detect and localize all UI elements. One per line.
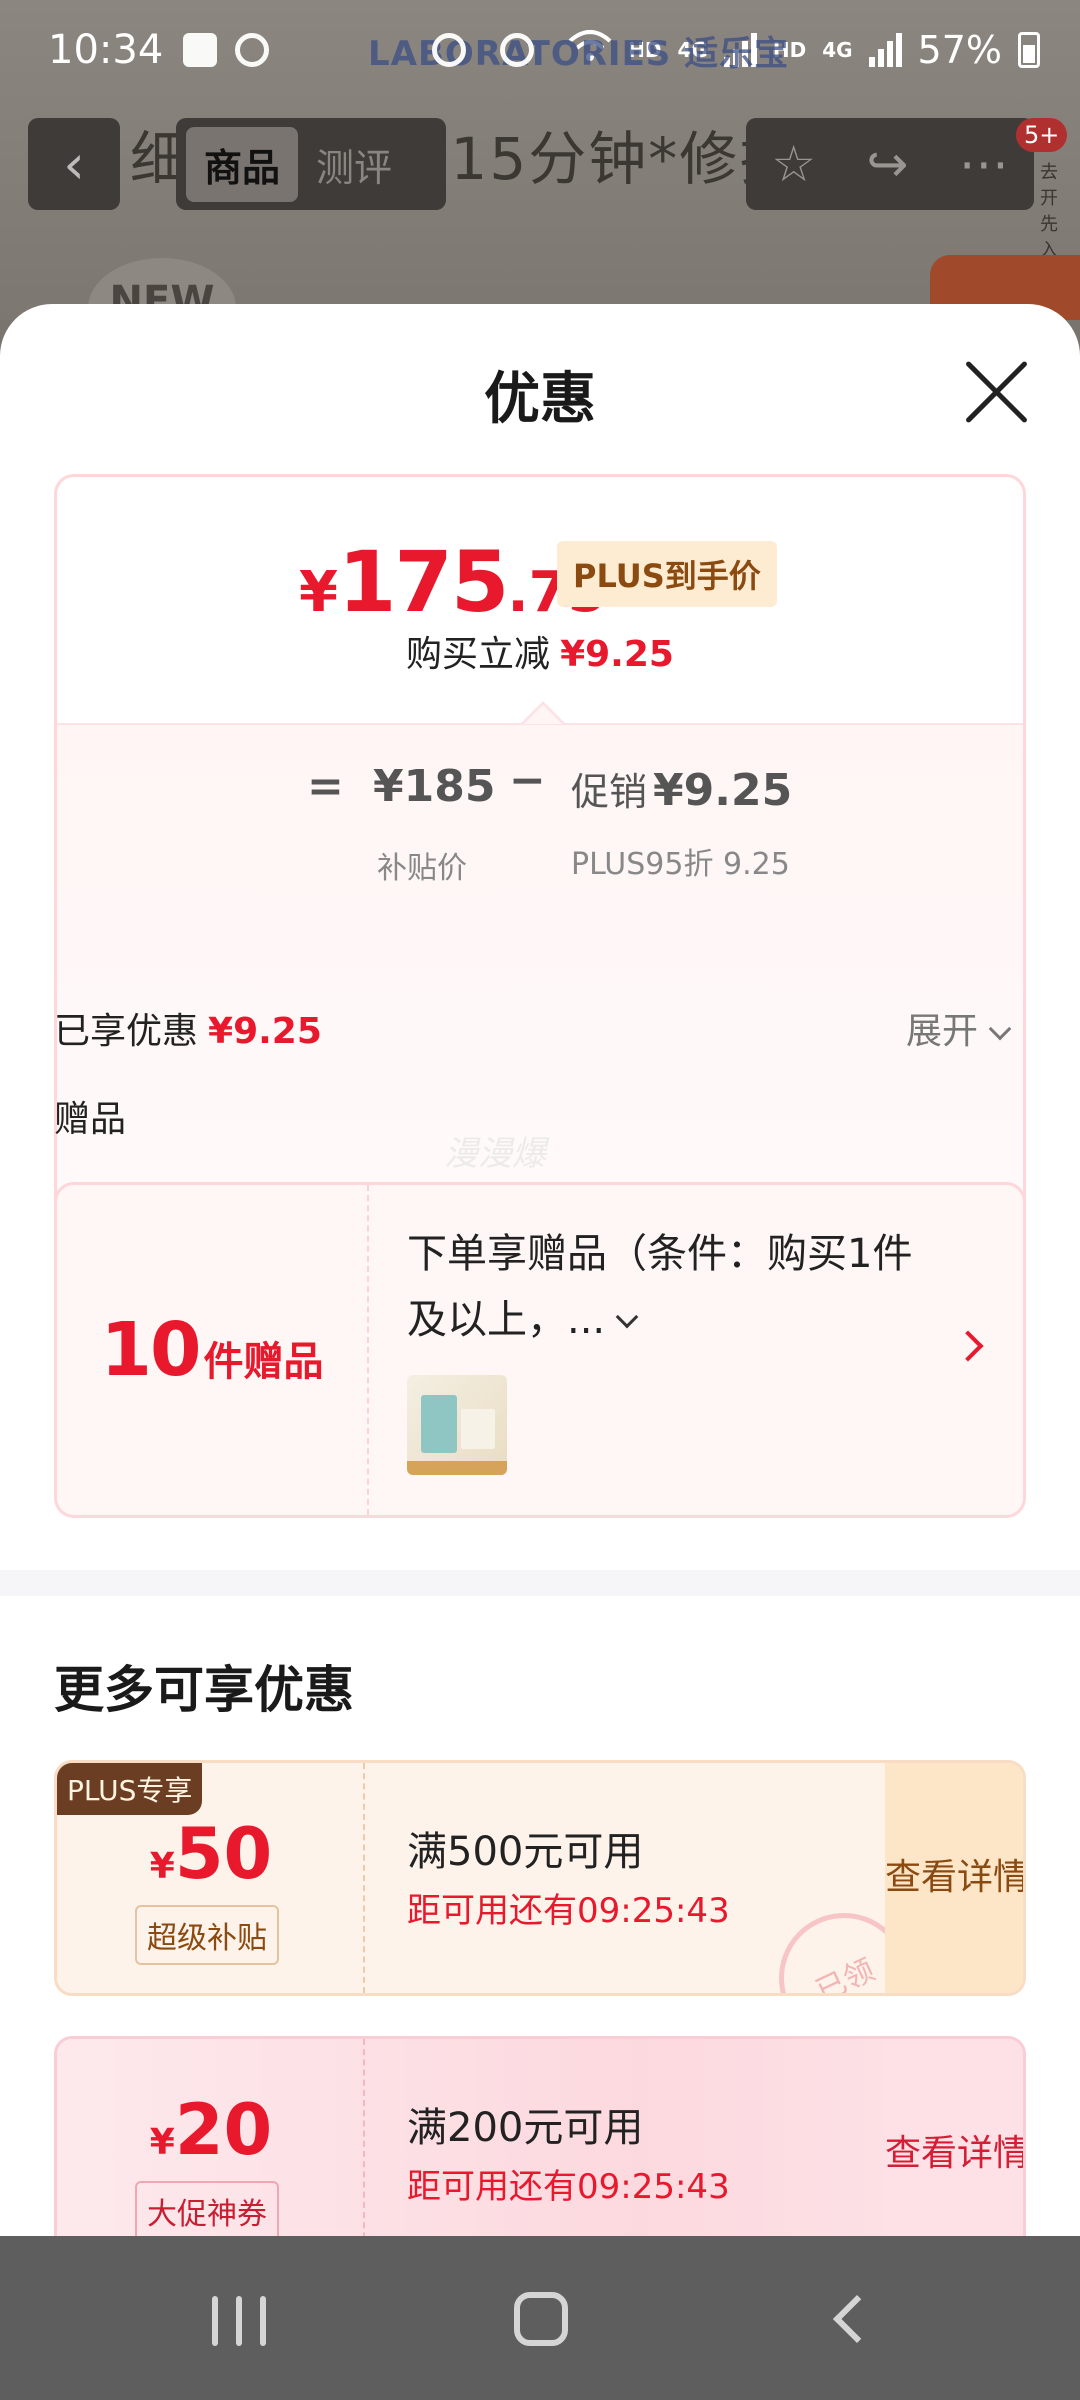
product-tabs: 商品 测评 bbox=[176, 118, 446, 210]
gift-description: 下单享赠品（条件：购买1件及以上，... bbox=[407, 1221, 927, 1353]
more-discounts-title: 更多可享优惠 bbox=[54, 1661, 354, 1719]
close-icon[interactable] bbox=[960, 356, 1032, 428]
sheet-title: 优惠 bbox=[484, 367, 596, 432]
signal-icon-2 bbox=[868, 33, 902, 67]
gift-description-text: 下单享赠品（条件：购买1件及以上，... bbox=[407, 1231, 913, 1343]
location-icon bbox=[500, 33, 535, 67]
brand-logo: LABORATORIES 适乐宝 bbox=[368, 34, 790, 74]
coupon-value: ¥20 bbox=[57, 2089, 365, 2171]
app-notification-icon bbox=[235, 33, 270, 67]
gift-product-box bbox=[421, 1395, 457, 1453]
promo-detail: PLUS95折 9.25 bbox=[571, 847, 790, 882]
equals-sign: = bbox=[307, 761, 344, 812]
back-button[interactable]: ‹ bbox=[28, 118, 120, 210]
expand-button[interactable]: 展开 bbox=[906, 1002, 1012, 1054]
battery-percent: 57% bbox=[917, 28, 1002, 72]
coupon-promo-20[interactable]: ¥20 大促神券 满200元可用 距可用还有09:25:43 查看详情 bbox=[54, 2036, 1026, 2236]
gift-count-number: 10 bbox=[100, 1307, 202, 1393]
chevron-right-icon[interactable] bbox=[952, 1330, 984, 1362]
gift-price-strip bbox=[407, 1461, 507, 1475]
photo-notification-icon bbox=[183, 33, 218, 67]
coupon-currency: ¥ bbox=[149, 1846, 175, 1887]
coupon-currency: ¥ bbox=[149, 2122, 175, 2163]
base-price: ¥185 bbox=[373, 761, 496, 812]
instant-discount-label: 购买立减 bbox=[406, 634, 551, 675]
recents-icon[interactable] bbox=[212, 2296, 266, 2346]
chevron-down-icon bbox=[988, 1017, 1012, 1041]
share-icon[interactable]: ↪ bbox=[866, 135, 908, 193]
coupon-value-area: ¥20 大促神券 bbox=[57, 2039, 365, 2236]
gift-thumbnail[interactable] bbox=[407, 1375, 507, 1475]
plus-exclusive-badge: PLUS专享 bbox=[57, 1763, 203, 1815]
coupon-countdown: 距可用还有09:25:43 bbox=[407, 1891, 730, 1931]
coupon-amount: 50 bbox=[174, 1813, 273, 1895]
coupon-detail-button[interactable]: 查看详情 bbox=[885, 1763, 1023, 1993]
coupon-value: ¥50 bbox=[57, 1813, 365, 1895]
gift-product-card bbox=[461, 1409, 495, 1449]
alarm-icon bbox=[432, 33, 467, 67]
expand-label: 展开 bbox=[906, 1011, 979, 1052]
enjoyed-discount: 已享优惠 ¥9.25 bbox=[54, 1002, 322, 1054]
gift-count: 10 件赠品 bbox=[57, 1185, 369, 1515]
base-price-label: 补贴价 bbox=[377, 851, 467, 886]
status-bar: 10:34 LABORATORIES 适乐宝 HD 4G HD 4G 57% bbox=[0, 0, 1080, 100]
system-nav-bar bbox=[0, 2236, 1080, 2400]
promo-amount: ¥9.25 bbox=[653, 765, 793, 816]
section-divider bbox=[0, 1570, 1080, 1596]
minus-sign: − bbox=[509, 755, 546, 806]
coupon-amount: 20 bbox=[174, 2089, 273, 2171]
price-currency: ¥ bbox=[299, 560, 338, 625]
gift-section-label: 赠品 bbox=[54, 1099, 127, 1140]
gift-card[interactable]: 10 件赠品 下单享赠品（条件：购买1件及以上，... bbox=[54, 1182, 1026, 1518]
product-actions: ☆ ↪ ⋯ bbox=[746, 118, 1034, 210]
instant-discount-line: 购买立减 ¥9.25 bbox=[57, 625, 1023, 677]
coupon-condition: 满500元可用 bbox=[407, 1829, 644, 1875]
watermark: 漫漫爆 bbox=[444, 1134, 546, 1174]
price-integer: 175 bbox=[337, 533, 509, 631]
chevron-down-icon[interactable] bbox=[615, 1305, 639, 1329]
discount-sheet: 优惠 ¥175.75 PLUS到手价 购买立减¥9.25 = ¥185 − 促销… bbox=[0, 304, 1080, 2236]
coupon-countdown: 距可用还有09:25:43 bbox=[407, 2167, 730, 2207]
promo-label: 促销 bbox=[571, 770, 648, 814]
promo-discount: 促销 ¥9.25 bbox=[571, 761, 792, 816]
system-back-icon[interactable] bbox=[832, 2294, 882, 2344]
plus-price-tag: PLUS到手价 bbox=[557, 541, 777, 607]
notification-badge: 5+ bbox=[1016, 118, 1068, 152]
status-time: 10:34 bbox=[48, 27, 164, 73]
tab-review[interactable]: 测评 bbox=[298, 127, 410, 202]
coupon-kind: 超级补贴 bbox=[135, 1905, 279, 1965]
enjoyed-label: 已享优惠 bbox=[54, 1011, 199, 1052]
network-4g-2: 4G bbox=[822, 38, 853, 62]
background-product-page: 10:34 LABORATORIES 适乐宝 HD 4G HD 4G 57% 细… bbox=[0, 0, 1080, 320]
home-icon[interactable] bbox=[514, 2292, 568, 2346]
coupon-detail-button[interactable]: 查看详情 bbox=[885, 2039, 1023, 2236]
tab-product[interactable]: 商品 bbox=[186, 126, 299, 202]
coupon-plus-50[interactable]: ¥50 超级补贴 PLUS专享 满500元可用 距可用还有09:25:43 已领… bbox=[54, 1760, 1026, 1996]
instant-discount-amount: ¥9.25 bbox=[560, 634, 674, 675]
coupon-kind: 大促神券 bbox=[135, 2181, 279, 2236]
star-icon[interactable]: ☆ bbox=[771, 135, 816, 193]
more-icon[interactable]: ⋯ bbox=[959, 135, 1009, 193]
coupon-condition: 满200元可用 bbox=[407, 2105, 644, 2151]
enjoyed-amount: ¥9.25 bbox=[208, 1011, 322, 1052]
gift-count-unit: 件赠品 bbox=[203, 1339, 324, 1385]
back-icon: ‹ bbox=[63, 132, 85, 196]
battery-icon bbox=[1018, 32, 1040, 68]
